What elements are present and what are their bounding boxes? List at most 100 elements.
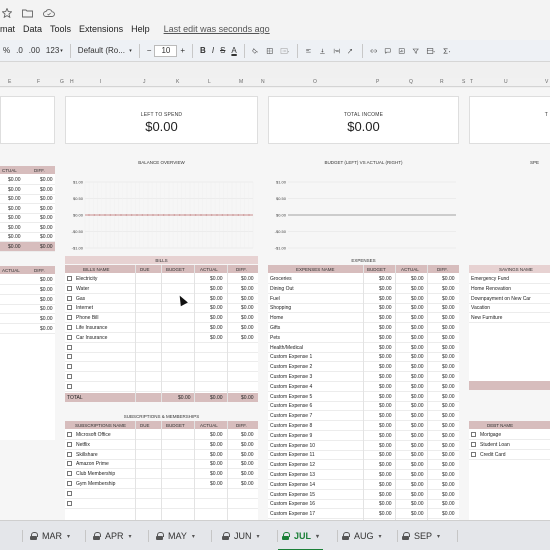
- table-row[interactable]: $0.00 $0.00: [0, 213, 55, 223]
- table-row[interactable]: $0.00 $0.00: [0, 175, 55, 185]
- savings-row[interactable]: New Furniture: [469, 313, 550, 324]
- checkbox[interactable]: [67, 432, 72, 437]
- filter-views-icon[interactable]: ▾: [423, 42, 439, 60]
- savings-row[interactable]: Emergency Fund: [469, 274, 550, 284]
- savings-row[interactable]: Home Renovation: [469, 284, 550, 294]
- table-row[interactable]: $0.00: [0, 295, 55, 305]
- fill-color-icon[interactable]: [249, 42, 263, 60]
- decrease-decimal-button[interactable]: .0: [13, 42, 26, 60]
- column-header[interactable]: K: [176, 79, 179, 85]
- checkbox[interactable]: [67, 451, 72, 457]
- chevron-down-icon[interactable]: ▾: [316, 533, 319, 540]
- checkbox[interactable]: [67, 481, 72, 486]
- checkbox[interactable]: [471, 441, 476, 447]
- checkbox[interactable]: [67, 461, 72, 467]
- bold-button[interactable]: B: [197, 42, 209, 60]
- font-size-input[interactable]: 10: [154, 44, 178, 57]
- checkbox[interactable]: [67, 354, 72, 360]
- sheet-grid[interactable]: LEFT TO SPEND $0.00 TOTAL INCOME $0.00 T…: [0, 88, 550, 520]
- checkbox[interactable]: [67, 315, 72, 321]
- chevron-down-icon[interactable]: ▾: [129, 533, 132, 540]
- debt-row[interactable]: Student Loan: [469, 440, 550, 450]
- column-header[interactable]: F: [37, 79, 40, 85]
- sheet-tab-mar[interactable]: MAR ▾: [30, 527, 70, 545]
- column-header[interactable]: O: [313, 79, 317, 85]
- checkbox[interactable]: [67, 364, 72, 370]
- column-header[interactable]: T: [470, 79, 473, 85]
- horizontal-align-icon[interactable]: [302, 42, 316, 60]
- column-header[interactable]: N: [261, 79, 265, 85]
- checkbox[interactable]: [67, 285, 72, 291]
- column-header[interactable]: L: [208, 79, 211, 85]
- font-size-increase-button[interactable]: +: [177, 42, 188, 60]
- text-wrap-icon[interactable]: [330, 42, 344, 60]
- increase-decimal-button[interactable]: .00: [26, 42, 43, 60]
- menu-tools[interactable]: Tools: [50, 24, 71, 34]
- column-header[interactable]: I: [100, 79, 101, 85]
- sheet-tab-jun[interactable]: JUN ▾: [222, 527, 260, 545]
- font-select[interactable]: Default (Ro... ▾: [75, 42, 135, 60]
- column-header[interactable]: G: [60, 79, 64, 85]
- italic-button[interactable]: I: [209, 42, 217, 60]
- table-row[interactable]: $0.00 $0.00: [0, 232, 55, 242]
- sheet-tab-aug[interactable]: AUG ▾: [342, 527, 382, 545]
- chevron-down-icon[interactable]: ▾: [257, 533, 260, 540]
- menu-data[interactable]: Data: [23, 24, 42, 34]
- sheet-tab-may[interactable]: MAY ▾: [156, 527, 195, 545]
- table-row[interactable]: $0.00 $0.00: [0, 194, 55, 204]
- menu-format[interactable]: mat: [0, 24, 15, 34]
- percent-format-button[interactable]: %: [0, 42, 13, 60]
- column-header[interactable]: V: [545, 79, 548, 85]
- column-header[interactable]: Q: [409, 79, 413, 85]
- more-formats-button[interactable]: 123 ▾: [43, 42, 66, 60]
- text-rotation-icon[interactable]: [344, 42, 358, 60]
- savings-row[interactable]: Downpayment on New Car: [469, 294, 550, 304]
- chevron-down-icon[interactable]: ▾: [192, 533, 195, 540]
- column-header[interactable]: R: [440, 79, 444, 85]
- table-row[interactable]: $0.00: [0, 304, 55, 315]
- checkbox[interactable]: [67, 325, 72, 330]
- sheet-tab-jul[interactable]: JUL ▾: [277, 527, 324, 550]
- checkbox[interactable]: [67, 344, 72, 350]
- savings-row[interactable]: Vacation: [469, 303, 550, 314]
- table-row[interactable]: $0.00 $0.00: [0, 204, 55, 214]
- chevron-down-icon[interactable]: ▾: [437, 533, 440, 540]
- text-color-button[interactable]: A: [228, 42, 239, 60]
- column-header[interactable]: H: [70, 79, 74, 85]
- strikethrough-button[interactable]: S: [217, 42, 228, 60]
- column-header[interactable]: E: [8, 79, 11, 85]
- debt-row[interactable]: Mortgage: [469, 430, 550, 440]
- column-header[interactable]: P: [376, 79, 379, 85]
- last-edit-link[interactable]: Last edit was seconds ago: [164, 24, 270, 34]
- move-folder-icon[interactable]: [22, 8, 33, 18]
- functions-icon[interactable]: ▾: [439, 42, 455, 60]
- budget-vs-actual-chart[interactable]: $1.00 $0.50 $0.00 -$0.50 -$1.00 Bills Subscrip…: [268, 168, 459, 250]
- cloud-status-icon[interactable]: [43, 8, 55, 18]
- sheet-tab-apr[interactable]: APR ▾: [93, 527, 132, 545]
- font-size-decrease-button[interactable]: −: [144, 42, 155, 60]
- column-header[interactable]: M: [239, 79, 243, 85]
- checkbox[interactable]: [67, 305, 72, 311]
- checkbox[interactable]: [471, 432, 476, 437]
- borders-icon[interactable]: [263, 42, 277, 60]
- checkbox[interactable]: [67, 276, 72, 281]
- checkbox[interactable]: [67, 500, 72, 506]
- table-row[interactable]: $0.00: [0, 275, 55, 285]
- checkbox[interactable]: [67, 441, 72, 447]
- table-row[interactable]: $0.00 $0.00: [0, 185, 55, 195]
- checkbox[interactable]: [67, 490, 72, 496]
- column-header[interactable]: S: [462, 79, 465, 85]
- vertical-align-icon[interactable]: [316, 42, 330, 60]
- table-row[interactable]: $0.00 $0.00: [0, 223, 55, 233]
- menu-extensions[interactable]: Extensions: [79, 24, 123, 34]
- merge-cells-icon[interactable]: ▾: [277, 42, 293, 60]
- checkbox[interactable]: [67, 334, 72, 340]
- insert-chart-icon[interactable]: [395, 42, 409, 60]
- insert-comment-icon[interactable]: [381, 42, 395, 60]
- sheet-tab-sep[interactable]: SEP ▾: [402, 527, 440, 545]
- star-icon[interactable]: [2, 8, 12, 18]
- table-row[interactable]: $0.00: [0, 314, 55, 325]
- debt-row[interactable]: Credit Card: [469, 450, 550, 460]
- table-row[interactable]: $0.00 $0.00: [0, 241, 55, 252]
- menu-help[interactable]: Help: [131, 24, 150, 34]
